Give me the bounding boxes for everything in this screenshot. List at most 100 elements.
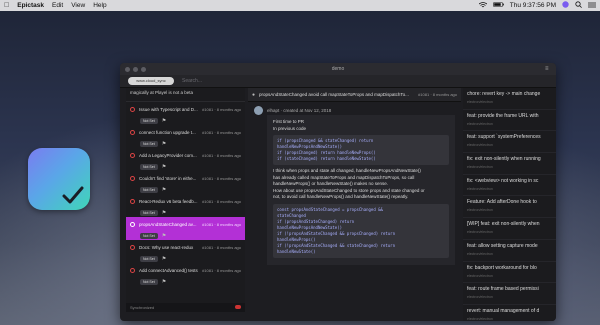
list-item[interactable]: Issue with Typescript and D... #1081 · 8 … (126, 102, 245, 125)
milestone-badge[interactable]: Not Set (140, 186, 158, 193)
repo-selector[interactable]: www.cloud_sync (128, 77, 174, 85)
list-item-tags: Not Set ⚑ (130, 185, 241, 194)
issue-status-icon (130, 198, 135, 204)
list-item[interactable]: Add connectAdvanced() tests #1081 · 8 mon… (126, 263, 245, 286)
list-item-title: Issue with Typescript and D... (139, 106, 198, 112)
list-item-meta: #1081 · 8 months ago (202, 106, 241, 112)
pull-request-item[interactable]: chore: revert key -> main change electron… (463, 88, 556, 110)
menu-help[interactable]: Help (93, 2, 106, 9)
list-item-title: Add a LegacyProvider com... (139, 152, 197, 158)
code-block: if (propsChanged && stateChanged) return… (273, 135, 449, 165)
pull-request-item[interactable]: revert: manual management of d electron/e… (463, 305, 556, 321)
list-item[interactable]: connect function upgrade t... #1081 · 8 m… (126, 125, 245, 148)
menu-edit[interactable]: Edit (52, 2, 63, 9)
milestone-badge[interactable]: Not Set (140, 232, 158, 239)
issue-title: propsAndStateChanged avoid call mapState… (259, 92, 409, 97)
tag-icon[interactable]: ⚑ (162, 256, 166, 262)
pull-request-title: feat: allow setting capture mode (467, 242, 538, 249)
list-item[interactable]: React-Redux v6 beta feedb... #1081 · 8 mo… (126, 194, 245, 217)
pull-request-item[interactable]: feat: route frame based permissi electron… (463, 283, 556, 305)
pull-request-item[interactable]: Feature: Add afterDone hook to electron/e… (463, 196, 556, 219)
clock-text[interactable]: Thu 9:37:56 PM (510, 2, 556, 9)
notification-toggle[interactable] (235, 305, 241, 309)
tag-icon[interactable]: ⚑ (162, 279, 166, 285)
list-item-tags: Not Set ⚑ (130, 254, 241, 263)
pull-request-title: [WIP] feat: exit non-silently when (467, 221, 540, 228)
search-input[interactable]: Search... (182, 78, 202, 84)
list-item-tags: Not Set ⚑ (130, 208, 241, 217)
epictask-app-icon[interactable] (28, 148, 90, 210)
list-item-row: Issue with Typescript and D... #1081 · 8 … (130, 102, 241, 116)
list-item-tags: Not Set ⚑ (130, 116, 241, 125)
pull-request-item[interactable]: feat: provide the frame URL with electron… (463, 110, 556, 132)
toolbar: www.cloud_sync Search... (120, 75, 556, 88)
tag-icon[interactable]: ⚑ (162, 210, 166, 216)
tag-icon[interactable]: ⚑ (162, 164, 166, 170)
pull-request-item[interactable]: [WIP] feat: exit non-silently when electr… (463, 218, 556, 240)
comment-author: elhapt · created at Nov 12, 2018 (267, 108, 332, 113)
pull-request-title: feat: support `systemPreferences (467, 134, 541, 141)
list-item-meta: #1081 · 8 months ago (202, 221, 241, 227)
list-item-tags: Not Set ⚑ (130, 139, 241, 148)
list-item[interactable]: Add a LegacyProvider com... #1081 · 8 mon… (126, 148, 245, 171)
milestone-badge[interactable]: Not Set (140, 209, 158, 216)
title-bar[interactable]: demo ≡ (120, 63, 556, 75)
list-item-row: Couldn't find 'store' in eithe... #1081 ·… (130, 171, 241, 185)
list-item-title: propsAndStateChanged av... (139, 221, 197, 227)
list-item[interactable]: Docs: Why use react-redux #1081 · 8 month… (126, 240, 245, 263)
milestone-badge[interactable]: Not Set (140, 140, 158, 147)
tag-icon[interactable]: ⚑ (162, 233, 166, 239)
list-top-text: magically at Playel is not a beta (126, 88, 245, 102)
code-line: handleNewState() (277, 248, 316, 254)
pull-request-repo: electron/electron (467, 186, 493, 191)
hamburger-menu-icon[interactable]: ≡ (545, 66, 551, 72)
list-item[interactable]: propsAndStateChanged av... #1081 · 8 mont… (126, 217, 245, 240)
app-window: demo ≡ www.cloud_sync Search... magicall… (120, 63, 556, 321)
tag-icon[interactable]: ⚑ (162, 118, 166, 124)
wifi-icon[interactable] (478, 1, 487, 10)
pull-request-title: revert: manual management of d (467, 307, 540, 314)
milestone-badge[interactable]: Not Set (140, 117, 158, 124)
issue-status-icon (130, 129, 135, 135)
tag-icon[interactable]: ⚑ (162, 187, 166, 193)
pull-request-repo: electron/electron (467, 143, 493, 148)
list-item[interactable]: Couldn't find 'store' in eithe... #1081 ·… (126, 171, 245, 194)
pull-request-repo: electron/electron (467, 121, 493, 126)
milestone-badge[interactable]: Not Set (140, 255, 158, 262)
sync-status: Synchronized (130, 305, 155, 310)
avatar[interactable] (254, 106, 263, 115)
list-item-row: propsAndStateChanged av... #1081 · 8 mont… (130, 217, 241, 231)
pull-request-item[interactable]: fix: exit non-silently when running elect… (463, 153, 556, 175)
list-item-tags: Not Set ⚑ (130, 231, 241, 240)
siri-icon[interactable] (562, 1, 569, 10)
status-bar: Synchronized (126, 303, 245, 312)
milestone-badge[interactable]: Not Set (140, 278, 158, 285)
menu-view[interactable]: View (71, 2, 85, 9)
pull-request-title: Feature: Add afterDone hook to (467, 199, 537, 206)
pull-request-repo: electron/electron (467, 251, 493, 256)
milestone-badge[interactable]: Not Set (140, 163, 158, 170)
tag-icon[interactable]: ⚑ (162, 141, 166, 147)
apple-icon[interactable]:  (4, 2, 9, 9)
pull-request-repo: electron/electron (467, 316, 493, 321)
comment-header: elhapt · created at Nov 12, 2018 (254, 106, 455, 115)
list-item-meta: #1081 · 8 months ago (202, 129, 241, 135)
control-center-icon[interactable] (588, 2, 596, 10)
battery-icon[interactable] (492, 2, 504, 9)
list-item-title: Docs: Why use react-redux (139, 244, 194, 250)
pull-request-item[interactable]: fix: <webview> not working in sc electron… (463, 175, 556, 197)
pull-request-repo: electron/electron (467, 208, 493, 213)
pull-request-repo: electron/electron (467, 295, 493, 300)
issue-tag-icon: ● (252, 91, 256, 98)
list-item-tags: Not Set ⚑ (130, 162, 241, 171)
search-icon[interactable] (575, 1, 582, 10)
menu-app-name[interactable]: Epictask (17, 2, 44, 9)
pull-request-item[interactable]: feat: support `systemPreferences electron… (463, 131, 556, 154)
pull-request-item[interactable]: feat: allow setting capture mode electron… (463, 240, 556, 262)
list-item-meta: #1081 · 8 months ago (202, 152, 241, 158)
pull-request-title: feat: provide the frame URL with (467, 112, 539, 119)
code-line: if (stateChanged) return handleNewState(… (277, 156, 376, 161)
code-block: const propsAndStateChanged = propsChange… (273, 203, 449, 258)
issue-status-icon (130, 267, 135, 273)
pull-request-item[interactable]: fix: backport workaround for blo electron… (463, 262, 556, 284)
